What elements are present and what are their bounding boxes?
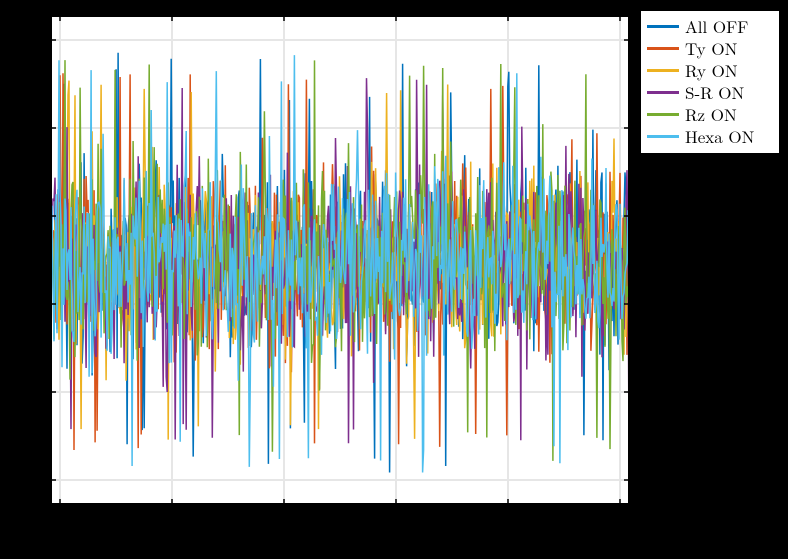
- legend-swatch: [647, 91, 679, 94]
- plot-svg: [50, 15, 630, 505]
- legend-label: S-R ON: [685, 80, 744, 104]
- legend-item-sr-on: S-R ON: [647, 81, 773, 103]
- legend-swatch: [647, 25, 679, 28]
- legend-swatch: [647, 135, 679, 138]
- legend-label: Ty ON: [685, 36, 737, 60]
- legend-label: Rz ON: [685, 102, 737, 126]
- legend-item-rz-on: Rz ON: [647, 103, 773, 125]
- legend-label: Ry ON: [685, 58, 738, 82]
- legend-label: Hexa ON: [685, 124, 754, 148]
- legend-item-all-off: All OFF: [647, 15, 773, 37]
- series-group: [50, 53, 630, 473]
- legend-swatch: [647, 69, 679, 72]
- legend-swatch: [647, 47, 679, 50]
- chart-plot-area: [50, 15, 630, 505]
- legend-item-hexa-on: Hexa ON: [647, 125, 773, 147]
- legend-label: All OFF: [685, 14, 748, 38]
- legend: All OFF Ty ON Ry ON S-R ON Rz ON Hexa ON: [640, 10, 780, 154]
- legend-item-ry-on: Ry ON: [647, 59, 773, 81]
- legend-swatch: [647, 113, 679, 116]
- legend-item-ty-on: Ty ON: [647, 37, 773, 59]
